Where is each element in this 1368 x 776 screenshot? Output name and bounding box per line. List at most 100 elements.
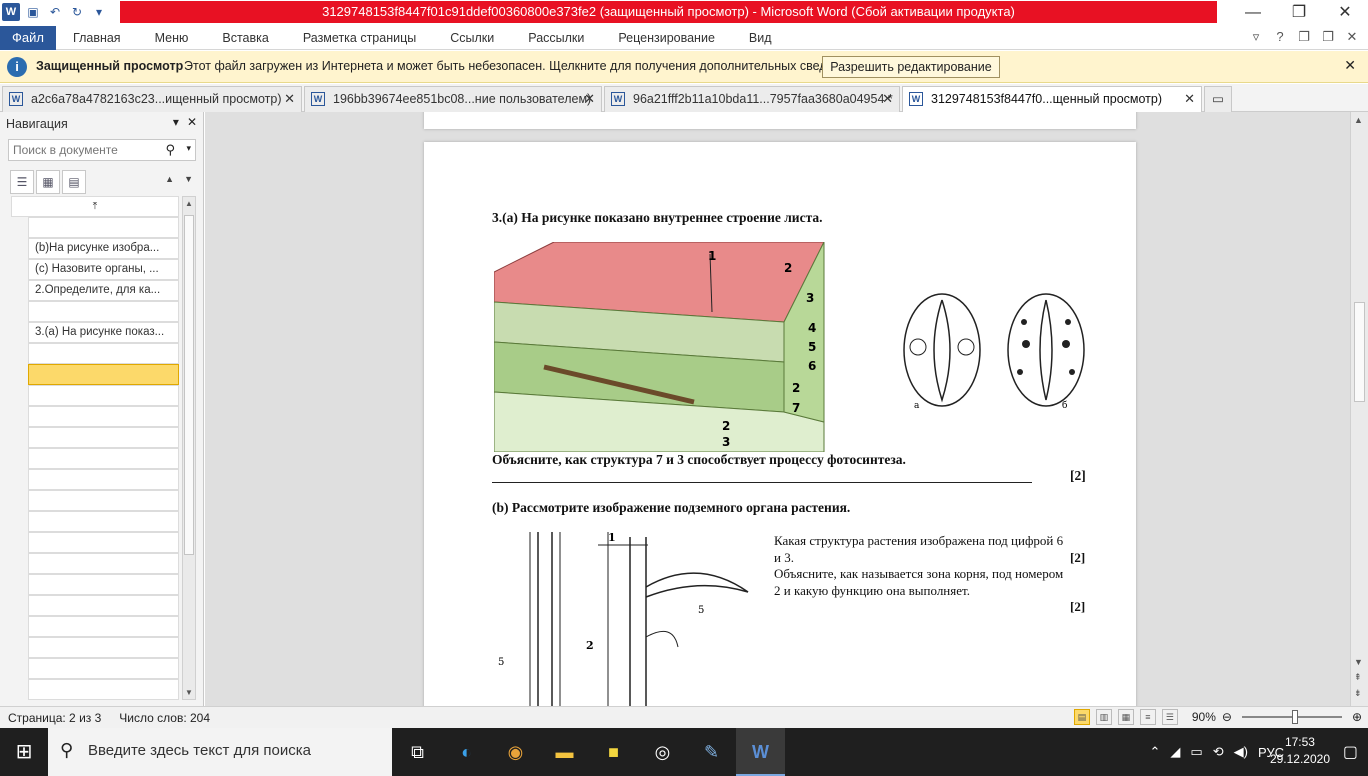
list-item[interactable]: [28, 658, 179, 679]
minimize-button[interactable]: —: [1230, 0, 1276, 26]
task-view-icon[interactable]: ⧉: [393, 728, 442, 776]
list-item[interactable]: [28, 343, 179, 364]
previous-page-icon[interactable]: ⇞: [1354, 672, 1362, 683]
list-item[interactable]: [28, 553, 179, 574]
doc-tab-close-icon[interactable]: ✕: [584, 87, 595, 111]
doc-scroll-thumb[interactable]: [1354, 302, 1365, 402]
list-item[interactable]: [28, 448, 179, 469]
tray-overflow-icon[interactable]: ⌃: [1150, 744, 1161, 760]
tab-mailings[interactable]: Рассылки: [511, 26, 601, 50]
undo-icon[interactable]: ↶: [46, 3, 64, 21]
list-item[interactable]: [28, 595, 179, 616]
doc-tab-close-icon[interactable]: ✕: [284, 87, 295, 111]
nav-scroll-thumb[interactable]: [184, 215, 194, 555]
edge-icon[interactable]: ◐: [442, 728, 491, 776]
doc-tab-2[interactable]: W 196bb39674ee851bc08...ние пользователе…: [304, 86, 602, 112]
list-item[interactable]: [28, 427, 179, 448]
list-item[interactable]: [28, 637, 179, 658]
list-item[interactable]: 3.(а) На рисунке показ...: [28, 322, 179, 343]
word-taskbar-icon[interactable]: W: [736, 728, 785, 776]
list-item[interactable]: [28, 616, 179, 637]
media-player-icon[interactable]: ◎: [638, 728, 687, 776]
protected-bar-close-icon[interactable]: ✕: [1344, 57, 1356, 74]
next-page-icon[interactable]: ⇟: [1354, 688, 1362, 699]
nav-search-input[interactable]: [9, 140, 159, 160]
enable-editing-button[interactable]: Разрешить редактирование: [822, 56, 1000, 78]
print-layout-icon[interactable]: ▤: [1073, 709, 1090, 725]
doc-tab-4-active[interactable]: W 3129748153f8447f0...щенный просмотр) ✕: [902, 86, 1202, 112]
list-item-selected[interactable]: [28, 364, 179, 385]
close-button[interactable]: ✕: [1322, 0, 1368, 26]
list-item[interactable]: [28, 217, 179, 238]
results-view-icon[interactable]: ▤: [62, 170, 86, 194]
list-item[interactable]: [28, 679, 179, 700]
protected-view-message[interactable]: Этот файл загружен из Интернета и может …: [184, 59, 858, 73]
pages-view-icon[interactable]: ▦: [36, 170, 60, 194]
scroll-up-icon[interactable]: ▲: [1354, 115, 1363, 125]
tab-page-layout[interactable]: Разметка страницы: [286, 26, 433, 50]
list-item[interactable]: [28, 469, 179, 490]
window-restore-icon-2[interactable]: ❐: [1320, 29, 1336, 45]
list-item[interactable]: 2.Определите, для ка...: [28, 280, 179, 301]
ribbon-collapse-icon[interactable]: ▿: [1248, 29, 1264, 45]
nav-collapse-all[interactable]: ⤒: [11, 196, 179, 217]
battery-icon[interactable]: ▭: [1190, 744, 1202, 760]
list-item[interactable]: [28, 511, 179, 532]
zoom-slider[interactable]: [1241, 710, 1342, 724]
network-icon[interactable]: ◢: [1170, 744, 1180, 760]
paint-icon[interactable]: ✎: [687, 728, 736, 776]
doc-tab-3[interactable]: W 96a21fff2b11a10bda11...7957faa3680a049…: [604, 86, 900, 112]
tab-home[interactable]: Главная: [56, 26, 138, 50]
notifications-icon[interactable]: ▢: [1343, 742, 1358, 762]
zoom-in-icon[interactable]: ⊕: [1352, 710, 1362, 724]
windows-start-icon[interactable]: ⊞: [0, 728, 48, 776]
tab-review[interactable]: Рецензирование: [601, 26, 732, 50]
scroll-down-icon[interactable]: ▼: [183, 688, 195, 697]
nav-close-icon[interactable]: ✕: [187, 115, 197, 129]
zoom-level[interactable]: 90%: [1192, 710, 1216, 724]
restore-button[interactable]: ❐: [1276, 0, 1322, 26]
search-dropdown-icon[interactable]: ▾: [186, 143, 191, 154]
redo-icon[interactable]: ↻: [68, 3, 86, 21]
search-icon[interactable]: ⚲: [165, 142, 175, 158]
document-vertical-scrollbar[interactable]: ▲ ▼ ⇞ ⇟: [1350, 112, 1368, 706]
tab-menu[interactable]: Меню: [138, 26, 206, 50]
volume-icon[interactable]: ◀): [1234, 744, 1248, 760]
sync-icon[interactable]: ⟲: [1213, 744, 1224, 760]
doc-tab-close-icon[interactable]: ✕: [882, 87, 893, 111]
tab-references[interactable]: Ссылки: [433, 26, 511, 50]
customize-qat-icon[interactable]: ▾: [90, 3, 108, 21]
window-restore-icon[interactable]: ❐: [1296, 29, 1312, 45]
list-item[interactable]: [28, 532, 179, 553]
nav-scrollbar[interactable]: ▲ ▼: [182, 196, 196, 700]
nav-options-icon[interactable]: ▾: [173, 115, 179, 129]
previous-heading-icon[interactable]: ▲: [165, 174, 174, 184]
headings-view-icon[interactable]: ☰: [10, 170, 34, 194]
doc-tab-close-icon[interactable]: ✕: [1184, 87, 1195, 111]
scroll-down-icon[interactable]: ▼: [1354, 657, 1363, 667]
doc-tab-1[interactable]: W a2c6a78a4782163c23...ищенный просмотр)…: [2, 86, 302, 112]
sticky-notes-icon[interactable]: ■: [589, 728, 638, 776]
save-icon[interactable]: ▣: [24, 3, 42, 21]
chrome-icon[interactable]: ◉: [491, 728, 540, 776]
outline-view-icon[interactable]: ≡: [1139, 709, 1156, 725]
window-close-icon[interactable]: ✕: [1344, 29, 1360, 45]
list-item[interactable]: [28, 490, 179, 511]
page-count[interactable]: Страница: 2 из 3: [8, 711, 101, 725]
taskbar-clock[interactable]: 17:53 29.12.2020: [1270, 734, 1330, 768]
file-explorer-icon[interactable]: ▬: [540, 728, 589, 776]
next-heading-icon[interactable]: ▼: [184, 174, 193, 184]
web-layout-icon[interactable]: ▦: [1117, 709, 1134, 725]
help-icon[interactable]: ?: [1272, 29, 1288, 45]
list-item[interactable]: [28, 574, 179, 595]
taskbar-search-box[interactable]: ⚲ Введите здесь текст для поиска: [48, 728, 392, 776]
list-item[interactable]: (с) Назовите органы, ...: [28, 259, 179, 280]
tab-view[interactable]: Вид: [732, 26, 789, 50]
list-item[interactable]: [28, 385, 179, 406]
list-item[interactable]: [28, 301, 179, 322]
new-doc-tab[interactable]: ▭: [1204, 86, 1232, 112]
word-count[interactable]: Число слов: 204: [119, 711, 210, 725]
list-item[interactable]: (b)На рисунке изобра...: [28, 238, 179, 259]
list-item[interactable]: [28, 406, 179, 427]
reading-view-icon[interactable]: ▥: [1095, 709, 1112, 725]
